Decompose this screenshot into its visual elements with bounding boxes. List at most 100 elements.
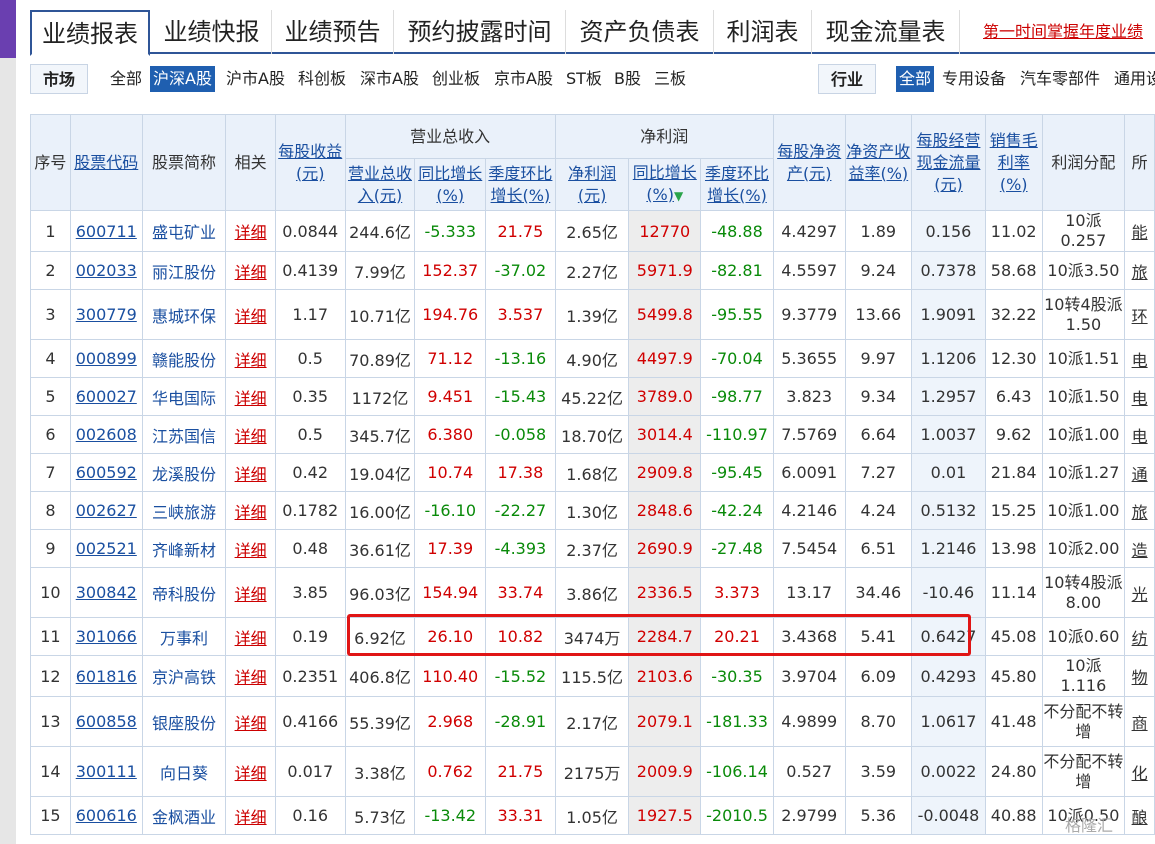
header-roe[interactable]: 净资产收益率(%) [844, 114, 913, 211]
header-revenue[interactable]: 营业总收入(元) [344, 158, 416, 211]
market-chinext[interactable]: 创业板 [432, 66, 480, 92]
stock-code-link[interactable]: 002033 [76, 261, 137, 280]
stock-code-link[interactable]: 002521 [76, 539, 137, 558]
cell-detail[interactable]: 详细 [225, 415, 276, 454]
cell-industry[interactable]: 电 [1124, 339, 1155, 378]
header-revenue-link[interactable]: 营业总收入(元) [348, 164, 412, 205]
cell-industry[interactable]: 旅 [1124, 251, 1155, 290]
cell-code[interactable]: 002608 [69, 415, 143, 454]
header-code-link[interactable]: 股票代码 [74, 153, 138, 172]
cell-detail[interactable]: 详细 [225, 746, 276, 797]
market-sz-a[interactable]: 深市A股 [360, 66, 419, 92]
cell-detail[interactable]: 详细 [225, 377, 276, 416]
stock-code-link[interactable]: 301066 [76, 627, 137, 646]
header-ocfps[interactable]: 每股经营现金流量(元) [911, 114, 986, 211]
cell-detail[interactable]: 详细 [225, 491, 276, 530]
stock-code-link[interactable]: 600027 [76, 387, 137, 406]
header-rev-yoy-link[interactable]: 同比增长(%) [418, 164, 482, 205]
cell-code[interactable]: 002627 [69, 491, 143, 530]
stock-code-link[interactable]: 601816 [76, 667, 137, 686]
cell-detail[interactable]: 详细 [225, 655, 276, 697]
market-third[interactable]: 三板 [654, 66, 686, 92]
cell-industry[interactable]: 物 [1124, 655, 1155, 697]
cell-code[interactable]: 300111 [69, 746, 143, 797]
header-roe-link[interactable]: 净资产收益率(%) [846, 142, 910, 183]
market-hs-a[interactable]: 沪深A股 [150, 66, 215, 92]
cell-code[interactable]: 601816 [69, 655, 143, 697]
header-profit-qoq-link[interactable]: 季度环比增长(%) [705, 164, 769, 205]
cell-detail[interactable]: 详细 [225, 339, 276, 378]
industry-general[interactable]: 通用设 [1114, 66, 1155, 92]
cell-detail[interactable]: 详细 [225, 617, 276, 656]
header-bvps-link[interactable]: 每股净资产(元) [777, 142, 841, 183]
header-rev-qoq-link[interactable]: 季度环比增长(%) [488, 164, 552, 205]
stock-code-link[interactable]: 000899 [76, 349, 137, 368]
cell-detail[interactable]: 详细 [225, 567, 276, 618]
cell-code[interactable]: 600027 [69, 377, 143, 416]
cell-detail[interactable]: 详细 [225, 529, 276, 568]
cell-industry[interactable]: 通 [1124, 453, 1155, 492]
cell-detail[interactable]: 详细 [225, 453, 276, 492]
industry-auto-parts[interactable]: 汽车零部件 [1020, 66, 1100, 92]
header-profit-link[interactable]: 净利润(元) [568, 164, 616, 205]
tab-cash-flow[interactable]: 现金流量表 [812, 10, 960, 54]
header-profit[interactable]: 净利润(元) [554, 158, 630, 211]
market-all[interactable]: 全部 [110, 66, 142, 92]
stock-code-link[interactable]: 300111 [76, 762, 137, 781]
cell-detail[interactable]: 详细 [225, 796, 276, 835]
cell-industry[interactable]: 能 [1124, 210, 1155, 252]
header-ocfps-link[interactable]: 每股经营现金流量(元) [916, 131, 980, 194]
cell-industry[interactable]: 环 [1124, 289, 1155, 340]
header-eps-link[interactable]: 每股收益(元) [278, 142, 342, 183]
header-rev-qoq[interactable]: 季度环比增长(%) [485, 158, 556, 211]
header-profit-qoq[interactable]: 季度环比增长(%) [700, 158, 774, 211]
market-sh-a[interactable]: 沪市A股 [226, 66, 285, 92]
header-gross-link[interactable]: 销售毛利率(%) [990, 131, 1038, 194]
stock-code-link[interactable]: 600711 [76, 222, 137, 241]
cell-industry[interactable]: 商 [1124, 696, 1155, 747]
stock-code-link[interactable]: 600616 [76, 806, 137, 825]
market-b[interactable]: B股 [614, 66, 641, 92]
cell-industry[interactable]: 酿 [1124, 796, 1155, 835]
cell-code[interactable]: 600616 [69, 796, 143, 835]
cell-code[interactable]: 600711 [69, 210, 143, 252]
cell-code[interactable]: 301066 [69, 617, 143, 656]
cell-code[interactable]: 600858 [69, 696, 143, 747]
cell-industry[interactable]: 旅 [1124, 491, 1155, 530]
cell-code[interactable]: 002033 [69, 251, 143, 290]
cell-code[interactable]: 000899 [69, 339, 143, 378]
tab-performance-forecast[interactable]: 业绩预告 [272, 10, 394, 54]
tab-balance-sheet[interactable]: 资产负债表 [566, 10, 714, 54]
stock-code-link[interactable]: 600858 [76, 712, 137, 731]
stock-code-link[interactable]: 002627 [76, 501, 137, 520]
cell-detail[interactable]: 详细 [225, 289, 276, 340]
promo-link[interactable]: 第一时间掌握年度业绩 [983, 18, 1143, 42]
cell-industry[interactable]: 光 [1124, 567, 1155, 618]
tab-disclosure-schedule[interactable]: 预约披露时间 [394, 10, 566, 54]
market-bj-a[interactable]: 京市A股 [494, 66, 553, 92]
tab-performance-report[interactable]: 业绩报表 [30, 10, 150, 56]
header-gross[interactable]: 销售毛利率(%) [984, 114, 1043, 211]
stock-code-link[interactable]: 300779 [76, 305, 137, 324]
header-eps[interactable]: 每股收益(元) [274, 114, 346, 211]
cell-code[interactable]: 300779 [69, 289, 143, 340]
cell-industry[interactable]: 化 [1124, 746, 1155, 797]
stock-code-link[interactable]: 002608 [76, 425, 137, 444]
header-profit-yoy[interactable]: 同比增长(%)▼ [628, 158, 702, 211]
cell-code[interactable]: 600592 [69, 453, 143, 492]
tab-income-statement[interactable]: 利润表 [714, 10, 812, 54]
cell-code[interactable]: 300842 [69, 567, 143, 618]
cell-industry[interactable]: 纺 [1124, 617, 1155, 656]
stock-code-link[interactable]: 600592 [76, 463, 137, 482]
market-star[interactable]: 科创板 [298, 66, 346, 92]
header-code[interactable]: 股票代码 [69, 114, 143, 211]
cell-detail[interactable]: 详细 [225, 696, 276, 747]
cell-industry[interactable]: 电 [1124, 415, 1155, 454]
market-st[interactable]: ST板 [566, 66, 602, 92]
cell-detail[interactable]: 详细 [225, 210, 276, 252]
header-rev-yoy[interactable]: 同比增长(%) [414, 158, 487, 211]
header-profit-yoy-link[interactable]: 同比增长(%) [633, 163, 697, 204]
industry-special-equipment[interactable]: 专用设备 [942, 66, 1006, 92]
stock-code-link[interactable]: 300842 [76, 583, 137, 602]
industry-all[interactable]: 全部 [896, 66, 935, 92]
